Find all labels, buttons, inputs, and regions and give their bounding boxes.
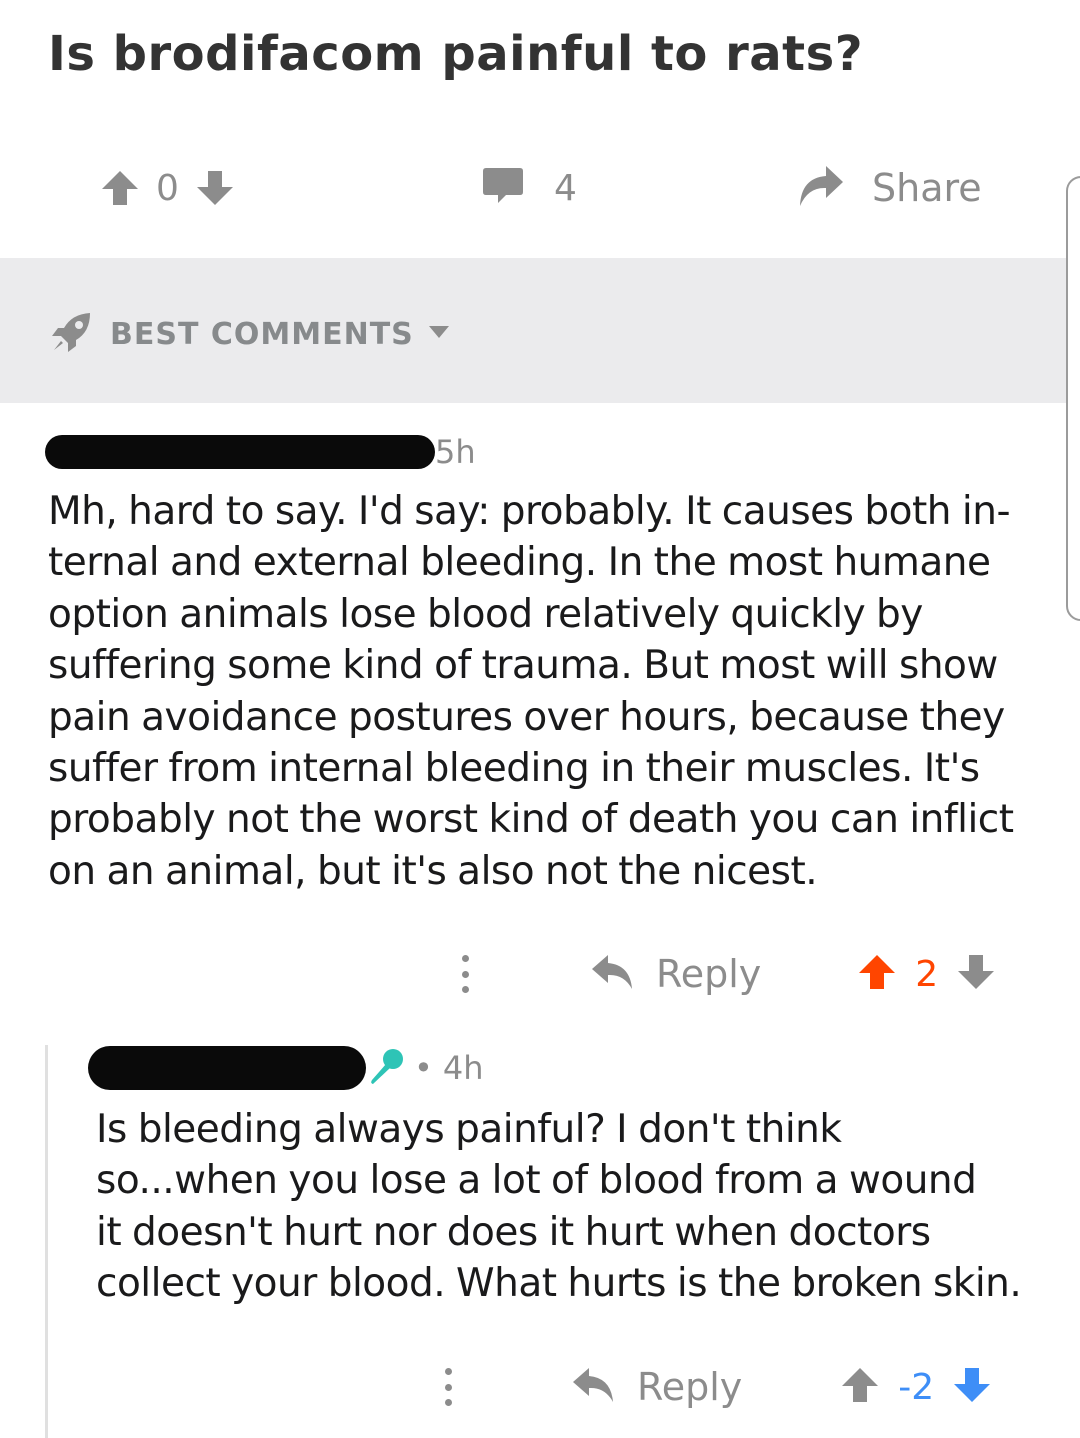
comment-count: 4: [554, 167, 577, 209]
comment-timestamp: 5h: [435, 433, 476, 471]
comment-line: Mh, hard to say. I'd say: probably. It c…: [48, 489, 1011, 534]
post-action-bar: 0 4 Share: [0, 150, 1080, 225]
post-vote-group: 0: [100, 167, 235, 209]
share-arrow-icon: [796, 164, 844, 213]
comment-line: probably not the worst kind of death you…: [48, 797, 1014, 843]
vertical-dots-icon[interactable]: [455, 949, 475, 999]
post-comments-button[interactable]: 4: [482, 166, 577, 211]
comment-body: Is bleeding always painful? I don't thin…: [96, 1104, 1022, 1310]
sort-label: BEST COMMENTS: [110, 317, 414, 352]
reply-arrow-icon: [590, 953, 634, 996]
post-score: 0: [156, 167, 179, 209]
comment-line: Is bleeding always painful? I don't thin…: [96, 1107, 842, 1152]
post-title: Is brodifacom painful to rats?: [48, 26, 864, 82]
reply-arrow-icon: [571, 1366, 615, 1409]
arrow-up-icon[interactable]: [857, 952, 897, 997]
caret-down-icon: [428, 325, 450, 344]
arrow-down-icon[interactable]: [952, 1365, 992, 1410]
arrow-down-icon[interactable]: [195, 168, 235, 208]
vertical-dots-icon[interactable]: [438, 1362, 458, 1412]
redacted-username: [45, 435, 435, 469]
comment-line: ternal and external bleeding. In the mos…: [48, 540, 991, 586]
comment-line: pain avoidance postures over hours, beca…: [48, 694, 1005, 740]
arrow-up-icon[interactable]: [100, 168, 140, 208]
comment-line: so...when you lose a lot of blood from a…: [96, 1158, 977, 1204]
reply-label: Reply: [637, 1365, 743, 1409]
comment-actions: Reply -2: [438, 1357, 992, 1417]
comment-actions: Reply 2: [455, 944, 996, 1004]
microphone-icon: [366, 1046, 406, 1091]
comment-timestamp: 4h: [442, 1049, 484, 1087]
reply-button[interactable]: Reply: [590, 952, 761, 996]
reply-button[interactable]: Reply: [571, 1365, 742, 1409]
comment-meta: 5h: [45, 432, 476, 472]
rocket-icon: [50, 310, 94, 359]
comment-line: it doesn't hurt nor does it hurt when do…: [96, 1209, 931, 1255]
comment-score: -2: [898, 1366, 935, 1408]
arrow-down-icon[interactable]: [956, 952, 996, 997]
comment-body: Mh, hard to say. I'd say: probably. It c…: [48, 486, 1014, 897]
comment-line: option animals lose blood relatively qui…: [48, 591, 923, 637]
redacted-username: [88, 1046, 366, 1090]
sort-dropdown[interactable]: BEST COMMENTS: [50, 310, 450, 359]
comment-meta: • 4h: [88, 1046, 484, 1091]
comment-line: suffering some kind of trauma. But most …: [48, 643, 998, 689]
share-label: Share: [872, 166, 982, 210]
comment-line: on an animal, but it's also not the nice…: [48, 848, 818, 894]
arrow-up-icon[interactable]: [840, 1365, 880, 1410]
meta-separator: •: [414, 1049, 433, 1087]
share-button[interactable]: Share: [796, 164, 982, 213]
scroll-indicator: [1066, 176, 1080, 621]
speech-bubble-icon: [482, 166, 524, 211]
comment-score: 2: [915, 953, 939, 995]
reply-label: Reply: [656, 952, 762, 996]
thread-line: [45, 1045, 48, 1438]
comment-line: suffer from internal bleeding in their m…: [48, 746, 980, 792]
comment-line: collect your blood. What hurts is the br…: [96, 1261, 1022, 1307]
comment-sort-bar: BEST COMMENTS: [0, 258, 1066, 403]
